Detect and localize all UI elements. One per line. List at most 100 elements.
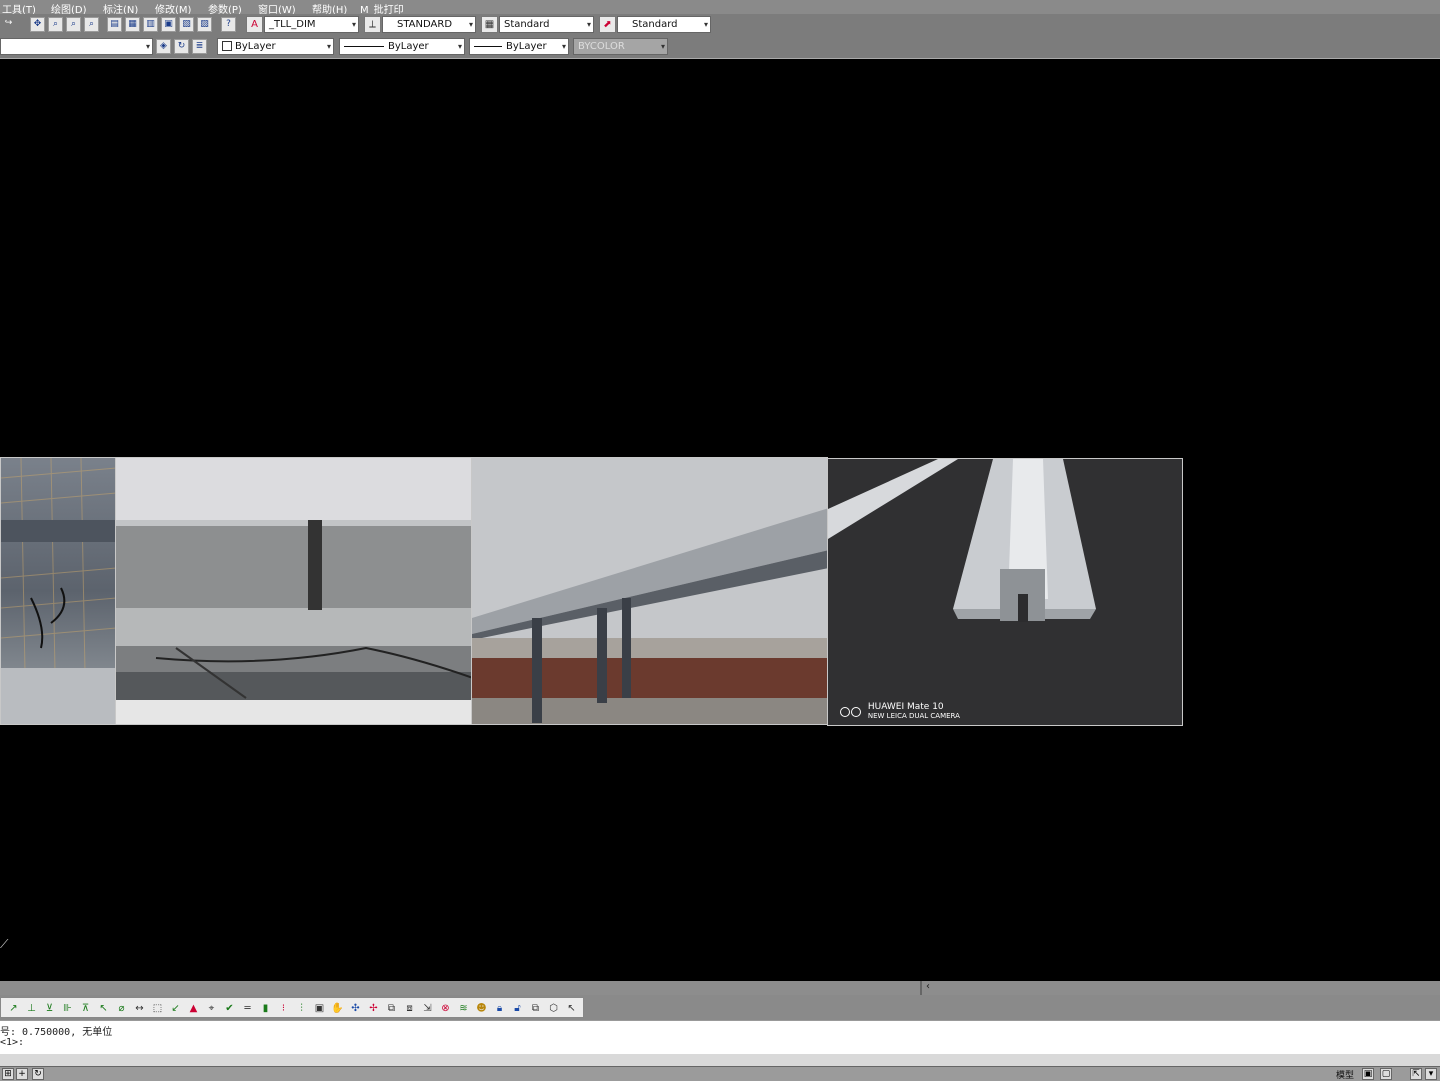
continue-dim-icon[interactable]: ▲ <box>187 1002 200 1015</box>
rooftop-image <box>472 458 827 724</box>
radius-dim-icon[interactable]: ⊼ <box>79 1002 92 1015</box>
standard-toolbar: ↪ ✥ ⌕ ⌕ ⌕ ▤ ▦ ▥ ▣ ▧ ▨ ? A _TLL_DIM ▾ ⟂ ST… <box>0 14 1440 36</box>
inspect-icon[interactable]: ⧉ <box>385 1002 398 1015</box>
layout-icon[interactable]: ▣ <box>1362 1068 1374 1080</box>
hand-icon[interactable]: ✋ <box>331 1002 344 1015</box>
clean-screen-icon[interactable]: ⇱ <box>1410 1068 1422 1080</box>
dimension-toolbar: ↗ ⊥ ⊻ ⊪ ⊼ ↖ ⌀ ↔ ⬚ ↙ ▲ ⌖ ✔ ═ ▮ ⁝ ⫶ ▣ ✋ ✣ … <box>0 995 1440 1020</box>
zoom-previous-icon[interactable]: ⌕ <box>84 17 99 32</box>
jog-line-icon[interactable]: ⧈ <box>403 1002 416 1015</box>
chevron-down-icon: ▾ <box>351 20 356 29</box>
text-style-select[interactable]: _TLL_DIM ▾ <box>264 16 359 33</box>
model-space-label[interactable]: 模型 <box>1336 1068 1354 1081</box>
horizontal-scrollbar[interactable]: ‹ <box>0 981 1440 995</box>
design-center-icon[interactable]: ▦ <box>125 17 140 32</box>
command-line-border <box>0 1054 1440 1066</box>
break-icon[interactable]: ✣ <box>349 1002 362 1015</box>
lineweight-select[interactable]: ByLayer ▾ <box>469 38 569 55</box>
command-line[interactable]: 号: 0.750000, 无单位 <1>: <box>0 1020 1440 1055</box>
redo-icon[interactable]: ↪ <box>1 17 16 32</box>
make-current-icon[interactable]: ↻ <box>174 39 189 54</box>
table-style-value: Standard <box>504 19 550 30</box>
grid-icon[interactable]: ⊞ <box>2 1068 14 1080</box>
chevron-down-icon: ▾ <box>703 20 708 29</box>
linetype-value: ByLayer <box>388 41 429 52</box>
color-select[interactable]: ByLayer ▾ <box>217 38 334 55</box>
qleader-icon[interactable]: ⌖ <box>205 1002 218 1015</box>
quick-dim-icon[interactable]: ⬚ <box>151 1002 164 1015</box>
aligned-dim-icon[interactable]: ⊥ <box>25 1002 38 1015</box>
dim-style-manager-icon[interactable]: ▣ <box>313 1002 326 1015</box>
baseline-dim-icon[interactable]: ↙ <box>169 1002 182 1015</box>
layer-previous-icon[interactable]: ≣ <box>192 39 207 54</box>
dim-update-icon[interactable]: ⫶ <box>295 1002 308 1015</box>
multileader-style-icon[interactable]: ⬈ <box>599 16 616 33</box>
dim-style-icon[interactable]: ⟂ <box>364 16 381 33</box>
color-value: ByLayer <box>235 41 276 52</box>
jogged-dim-icon[interactable]: ↖ <box>97 1002 110 1015</box>
panel-grid-image <box>1 458 115 724</box>
profile-image <box>828 459 1182 725</box>
snap-icon[interactable]: + <box>16 1068 28 1080</box>
unlock-icon[interactable]: 🔓︎ <box>511 1002 524 1015</box>
table-style-select[interactable]: Standard ▾ <box>499 16 594 33</box>
chevron-down-icon: ▾ <box>457 42 462 51</box>
tolerance-icon[interactable]: ✔ <box>223 1002 236 1015</box>
dim-style-select[interactable]: STANDARD ▾ <box>382 16 476 33</box>
status-menu-icon[interactable]: ▾ <box>1425 1068 1437 1080</box>
tool-palettes-icon[interactable]: ▥ <box>143 17 158 32</box>
viewport-icon[interactable]: ▢ <box>1380 1068 1392 1080</box>
pan-icon[interactable]: ✥ <box>30 17 45 32</box>
text-style-value: _TLL_DIM <box>269 19 316 30</box>
linetype-sample <box>344 45 384 47</box>
zoom-realtime-icon[interactable]: ⌕ <box>48 17 63 32</box>
photo-rooftop-array[interactable] <box>471 457 828 725</box>
command-prompt-line[interactable]: <1>: <box>0 1037 24 1048</box>
leica-logo-icon <box>851 707 861 717</box>
pointer-icon[interactable]: ↖ <box>565 1002 578 1015</box>
text-style-icon[interactable]: A <box>246 16 263 33</box>
space-icon[interactable]: ✢ <box>367 1002 380 1015</box>
override-icon[interactable]: ⊗ <box>439 1002 452 1015</box>
properties-icon[interactable]: ▤ <box>107 17 122 32</box>
multileader-style-select[interactable]: Standard ▾ <box>617 16 711 33</box>
layer-state-select[interactable]: ▾ <box>0 38 153 55</box>
linetype-select[interactable]: ByLayer ▾ <box>339 38 465 55</box>
plotstyle-select: BYCOLOR ▾ <box>573 38 668 55</box>
photo-rail-profile[interactable]: HUAWEI Mate 10 NEW LEICA DUAL CAMERA <box>827 458 1183 726</box>
copy-icon[interactable]: ⧉ <box>529 1002 542 1015</box>
linear-dim-icon[interactable]: ↗ <box>7 1002 20 1015</box>
table-style-icon[interactable]: ▦ <box>481 16 498 33</box>
quickcalc-icon[interactable]: ▨ <box>197 17 212 32</box>
arc-dim-icon[interactable]: ⊻ <box>43 1002 56 1015</box>
drawing-canvas[interactable]: HUAWEI Mate 10 NEW LEICA DUAL CAMERA ⟋ <box>0 59 1440 981</box>
shape-icon[interactable]: ⬡ <box>547 1002 560 1015</box>
layer-manager-icon[interactable]: ◈ <box>156 39 171 54</box>
help-icon[interactable]: ? <box>221 17 236 32</box>
chevron-down-icon: ▾ <box>561 42 566 51</box>
zoom-window-icon[interactable]: ⌕ <box>66 17 81 32</box>
lock-icon[interactable]: 🔒︎ <box>493 1002 506 1015</box>
photo-mounting-rail[interactable] <box>115 457 472 725</box>
angular-dim-icon[interactable]: ↔ <box>133 1002 146 1015</box>
layers-properties-toolbar: ▾ ◈ ↻ ≣ ByLayer ▾ ByLayer ▾ ByLayer ▾ BYCOL… <box>0 36 1440 59</box>
photo-panel-underside[interactable] <box>0 457 116 725</box>
lineweight-value: ByLayer <box>506 41 547 52</box>
plotstyle-value: BYCOLOR <box>578 41 625 52</box>
ortho-icon[interactable]: ↻ <box>32 1068 44 1080</box>
reassociate-icon[interactable]: ⇲ <box>421 1002 434 1015</box>
dimtedit-icon[interactable]: ⁝ <box>277 1002 290 1015</box>
lineweight-sample <box>474 45 502 47</box>
diameter-dim-icon[interactable]: ⌀ <box>115 1002 128 1015</box>
sheet-set-icon[interactable]: ▣ <box>161 17 176 32</box>
text-left-icon[interactable]: ☻ <box>475 1002 488 1015</box>
command-history-line: 号: 0.750000, 无单位 <box>0 1027 113 1038</box>
status-bar: ⊞ + ↻ 模型 ▣ ▢ ⇱ ▾ <box>0 1066 1440 1081</box>
markup-icon[interactable]: ▧ <box>179 17 194 32</box>
color-swatch-icon <box>222 41 232 51</box>
center-mark-icon[interactable]: ═ <box>241 1002 254 1015</box>
ordinate-dim-icon[interactable]: ⊪ <box>61 1002 74 1015</box>
text-angle-icon[interactable]: ≋ <box>457 1002 470 1015</box>
scroll-left-icon[interactable]: ‹ <box>926 981 930 992</box>
dimedit-icon[interactable]: ▮ <box>259 1002 272 1015</box>
